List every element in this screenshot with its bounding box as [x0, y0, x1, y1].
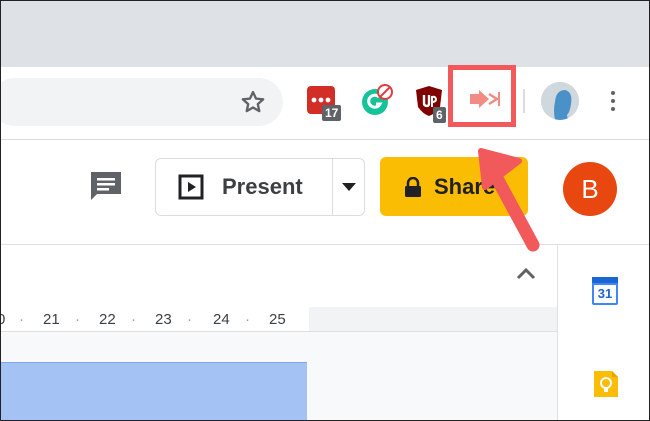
- chevron-up-icon[interactable]: [515, 265, 537, 281]
- ruler-margin: [309, 307, 557, 332]
- toolbar-divider: [523, 89, 525, 113]
- ruler-tick-24: 24: [213, 311, 230, 328]
- ruler: 0 · 21 · 22 · 23 · 24 · 25: [1, 307, 309, 332]
- ruler-tick-0: 0: [1, 311, 5, 328]
- slides-header: Present Share B: [1, 140, 649, 245]
- chrome-menu-icon[interactable]: [609, 91, 617, 115]
- calendar-icon[interactable]: 31: [592, 277, 618, 305]
- side-panel: 31: [557, 245, 649, 420]
- annotation-arrow-icon: [478, 148, 540, 252]
- browser-toolbar: 17 6: [1, 67, 649, 140]
- slide-page[interactable]: [1, 362, 307, 420]
- comment-history-icon[interactable]: [89, 170, 123, 202]
- ruler-dots: ·: [19, 311, 24, 328]
- ruler-dots: ·: [75, 311, 80, 328]
- bookmark-star-icon[interactable]: [239, 88, 267, 116]
- lock-icon: [405, 176, 421, 197]
- present-button[interactable]: Present: [156, 159, 332, 215]
- present-play-icon: [178, 174, 204, 200]
- ruler-dots: ·: [245, 311, 250, 328]
- ruler-dots: ·: [131, 311, 136, 328]
- grammarly-icon: [362, 84, 393, 115]
- ruler-dots: ·: [187, 311, 192, 328]
- chevron-down-icon: [341, 183, 356, 191]
- grammarly-extension-button[interactable]: [360, 83, 396, 123]
- keep-lightbulb-icon[interactable]: [594, 371, 618, 397]
- present-dropdown-button[interactable]: [333, 159, 364, 215]
- lastpass-extension-button[interactable]: 17: [306, 83, 342, 123]
- slides-workspace: 0 · 21 · 22 · 23 · 24 · 25: [1, 245, 557, 420]
- ruler-tick-25: 25: [269, 311, 286, 328]
- ruler-tick-21: 21: [43, 311, 60, 328]
- profile-person-icon: [541, 82, 579, 120]
- calendar-day: 31: [597, 286, 613, 301]
- user-avatar[interactable]: B: [563, 162, 617, 216]
- highlight-box: [448, 65, 516, 127]
- ublock-badge: 6: [433, 107, 446, 123]
- browser-tab-strip: [1, 1, 649, 67]
- ruler-tick-23: 23: [155, 311, 172, 328]
- present-button-group: Present: [155, 158, 365, 216]
- ublock-origin-extension-button[interactable]: 6: [415, 83, 451, 123]
- lastpass-badge: 17: [322, 105, 342, 121]
- present-label: Present: [222, 174, 303, 199]
- screenshot-frame: 17 6 Present Share B · 21 · 22 · 23 · 24…: [0, 0, 650, 421]
- ruler-tick-22: 22: [99, 311, 116, 328]
- chrome-profile-avatar[interactable]: [541, 82, 579, 120]
